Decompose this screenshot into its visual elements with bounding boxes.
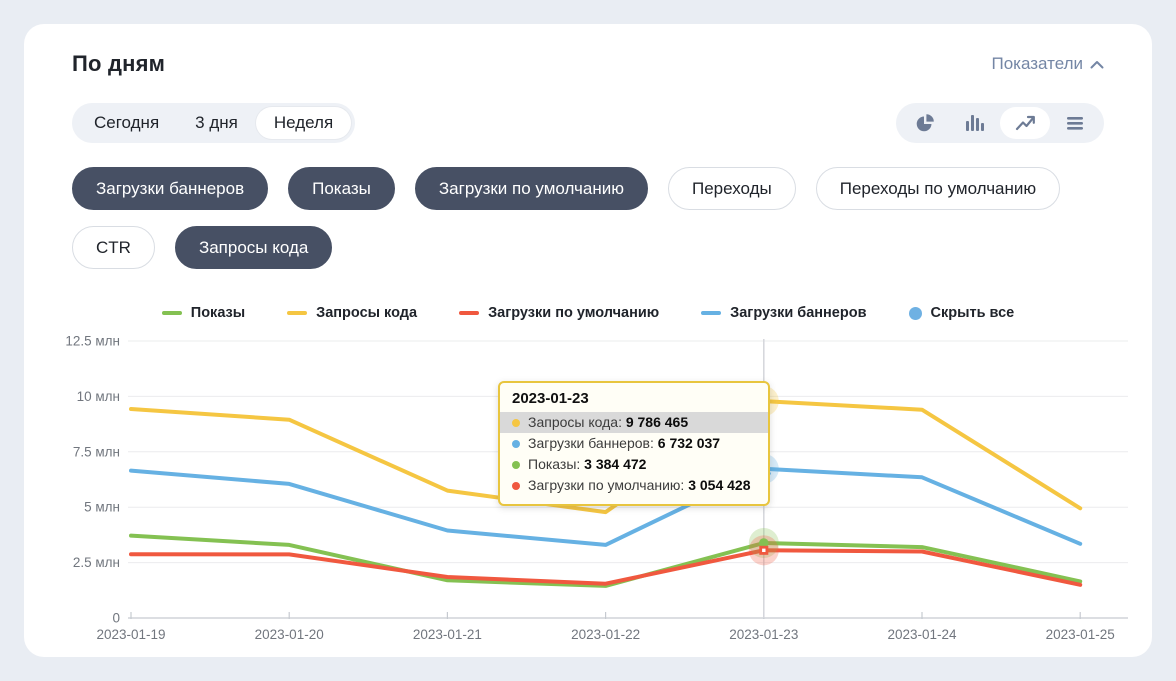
chart-area: 0 2.5 млн 5 млн 7.5 млн 10 млн 12.5 млн 2023-0… xyxy=(60,329,1104,667)
metric-chip-3[interactable]: Загрузки по умолчанию xyxy=(415,167,648,210)
metric-chip-6[interactable]: CTR xyxy=(72,226,155,269)
list-view-icon xyxy=(1065,114,1085,132)
line-chart-icon xyxy=(1015,114,1036,132)
tooltip-row: Показы: 3 384 472 xyxy=(500,454,768,475)
legend-item[interactable]: Загрузки по умолчанию xyxy=(459,305,659,321)
metric-chip-1[interactable]: Загрузки баннеров xyxy=(72,167,268,210)
svg-text:2023-01-21: 2023-01-21 xyxy=(413,627,482,642)
chart-type-switcher xyxy=(896,103,1104,143)
metric-chips: Загрузки баннеров Показы Загрузки по умолч… xyxy=(72,167,1104,269)
period-tabs: Сегодня3 дняНеделя xyxy=(72,103,355,143)
svg-text:2023-01-25: 2023-01-25 xyxy=(1046,627,1115,642)
svg-text:10 млн: 10 млн xyxy=(77,389,120,404)
page-title: По дням xyxy=(72,51,165,77)
legend-item[interactable]: Показы xyxy=(162,305,245,321)
hide-all-circle-icon xyxy=(909,307,922,320)
period-tab-3[interactable]: Неделя xyxy=(256,107,351,139)
svg-text:2.5 млн: 2.5 млн xyxy=(73,555,120,570)
legend-label: Скрыть все xyxy=(931,305,1015,321)
svg-text:2023-01-24: 2023-01-24 xyxy=(887,627,957,642)
svg-text:2023-01-19: 2023-01-19 xyxy=(96,627,165,642)
tooltip-rows: Запросы кода: 9 786 465Загрузки баннеров… xyxy=(500,412,768,496)
legend-label: Загрузки по умолчанию xyxy=(488,305,659,321)
pie-chart-button[interactable] xyxy=(900,107,950,139)
svg-text:2023-01-22: 2023-01-22 xyxy=(571,627,640,642)
legend-label: Запросы кода xyxy=(316,305,417,321)
period-tab-1[interactable]: Сегодня xyxy=(76,107,177,139)
metric-chip-5[interactable]: Переходы по умолчанию xyxy=(816,167,1060,210)
svg-text:2023-01-20: 2023-01-20 xyxy=(255,627,324,642)
tooltip-dot-icon xyxy=(512,482,520,490)
legend-dash-icon xyxy=(287,311,307,315)
list-view-button[interactable] xyxy=(1050,107,1100,139)
legend-label: Показы xyxy=(191,305,245,321)
tooltip-dot-icon xyxy=(512,461,520,469)
svg-text:7.5 млн: 7.5 млн xyxy=(73,444,120,459)
legend-item[interactable]: Запросы кода xyxy=(287,305,417,321)
report-card: По дням Показатели Сегодня3 дняНеделя За… xyxy=(24,24,1152,657)
tooltip-dot-icon xyxy=(512,440,520,448)
svg-text:5 млн: 5 млн xyxy=(84,500,120,515)
legend-dash-icon xyxy=(162,311,182,315)
pie-chart-icon xyxy=(915,113,935,133)
chevron-up-icon xyxy=(1090,60,1104,69)
metric-chip-7[interactable]: Запросы кода xyxy=(175,226,332,269)
metrics-toggle[interactable]: Показатели xyxy=(991,54,1104,74)
svg-text:12.5 млн: 12.5 млн xyxy=(65,334,120,349)
svg-text:2023-01-23: 2023-01-23 xyxy=(729,627,798,642)
legend-hide-all[interactable]: Скрыть все xyxy=(909,305,1015,321)
svg-text:0: 0 xyxy=(112,611,120,626)
card-header: По дням Показатели xyxy=(72,51,1104,77)
controls-row: Сегодня3 дняНеделя xyxy=(72,103,1104,143)
tooltip-dot-icon xyxy=(512,419,520,427)
chart-legend: Показы Запросы кода Загрузки по умолчанию З… xyxy=(72,305,1104,321)
bar-chart-button[interactable] xyxy=(950,107,1000,139)
tooltip-row: Запросы кода: 9 786 465 xyxy=(500,412,768,433)
tooltip-row: Загрузки по умолчанию: 3 054 428 xyxy=(500,475,768,496)
metrics-toggle-label: Показатели xyxy=(991,54,1083,74)
metric-chip-2[interactable]: Показы xyxy=(288,167,395,210)
legend-item[interactable]: Загрузки баннеров xyxy=(701,305,866,321)
metric-chip-4[interactable]: Переходы xyxy=(668,167,796,210)
period-tab-2[interactable]: 3 дня xyxy=(177,107,256,139)
legend-label: Загрузки баннеров xyxy=(730,305,866,321)
legend-dash-icon xyxy=(701,311,721,315)
tooltip-row: Загрузки баннеров: 6 732 037 xyxy=(500,433,768,454)
bar-chart-icon xyxy=(965,113,985,133)
chart-tooltip: 2023-01-23 Запросы кода: 9 786 465Загруз… xyxy=(498,381,770,506)
line-chart-button[interactable] xyxy=(1000,107,1050,139)
legend-dash-icon xyxy=(459,311,479,315)
tooltip-date: 2023-01-23 xyxy=(500,390,768,407)
